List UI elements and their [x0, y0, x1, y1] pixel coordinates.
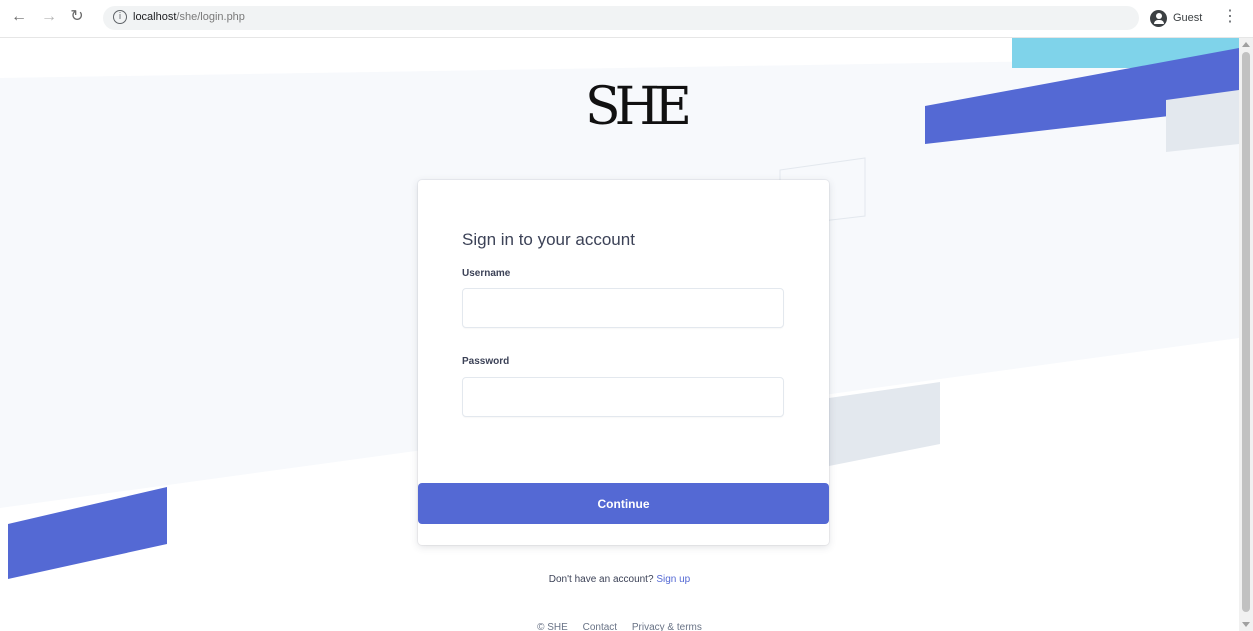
- password-input[interactable]: [462, 377, 784, 417]
- scroll-down-icon[interactable]: [1242, 622, 1250, 627]
- url-host: localhost: [133, 11, 177, 23]
- forward-button[interactable]: →: [38, 6, 60, 28]
- signup-prompt-line: Don't have an account? Sign up: [0, 574, 1239, 585]
- password-label: Password: [462, 356, 510, 367]
- reload-icon: ↻: [70, 8, 84, 25]
- vertical-scrollbar[interactable]: [1239, 38, 1253, 631]
- address-bar[interactable]: i localhost/she/login.php: [103, 6, 1139, 30]
- footer-copyright[interactable]: © SHE: [537, 622, 568, 631]
- page-content: SHE Sign in to your account Username Pas…: [0, 38, 1239, 631]
- scrollbar-thumb[interactable]: [1242, 52, 1250, 612]
- arrow-right-icon: →: [41, 8, 57, 25]
- signup-link[interactable]: Sign up: [656, 574, 690, 585]
- username-input[interactable]: [462, 288, 784, 328]
- back-button[interactable]: ←: [8, 6, 30, 28]
- gray-block-center: [829, 382, 940, 466]
- signup-prompt: Don't have an account?: [548, 574, 654, 585]
- account-icon: [1150, 9, 1167, 27]
- profile-label: Guest: [1173, 12, 1203, 24]
- username-label: Username: [462, 268, 511, 279]
- scroll-up-icon[interactable]: [1242, 42, 1250, 47]
- footer-privacy-link[interactable]: Privacy & terms: [632, 622, 702, 631]
- info-icon[interactable]: i: [113, 10, 127, 24]
- login-title: Sign in to your account: [462, 230, 635, 249]
- continue-button[interactable]: Continue: [418, 483, 829, 524]
- browser-menu-button[interactable]: ⋮: [1222, 6, 1238, 30]
- arrow-left-icon: ←: [11, 8, 27, 25]
- url-text: localhost/she/login.php: [133, 11, 245, 23]
- gray-block-right: [1166, 90, 1239, 152]
- profile-button[interactable]: Guest: [1150, 6, 1202, 30]
- url-path: /she/login.php: [176, 11, 245, 23]
- kebab-menu-icon: ⋮: [1222, 8, 1238, 25]
- footer: © SHE Contact Privacy & terms: [0, 622, 1239, 631]
- browser-toolbar: ← → ↻ i localhost/she/login.php Guest ⋮: [0, 0, 1253, 38]
- she-logo: SHE: [585, 77, 692, 137]
- reload-button[interactable]: ↻: [66, 6, 88, 28]
- footer-contact-link[interactable]: Contact: [583, 622, 617, 631]
